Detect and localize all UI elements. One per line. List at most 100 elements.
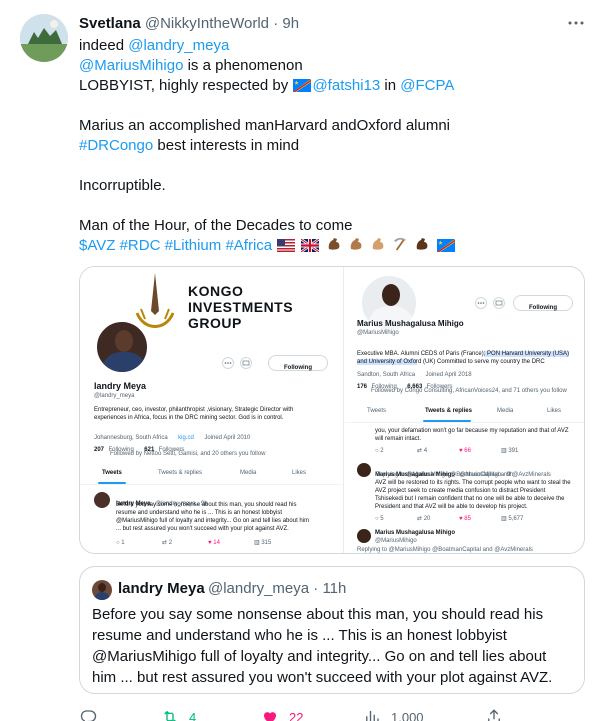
media-image-left[interactable]: KONGO INVESTMENTS GROUP Following landry…: [80, 267, 344, 553]
post-text: ... but rest assured you won't succeed w…: [116, 526, 289, 532]
tweet-text: in: [380, 77, 401, 94]
profile-bio: Entrepreneur, ceo, investor, philanthrop…: [94, 407, 294, 413]
media-image-right[interactable]: Following Marius Mushagalusa Mihigo @Mar…: [345, 267, 584, 553]
drc-flag-icon: [293, 79, 312, 92]
quoted-tweet[interactable]: landry Meya @landry_meya · 11h Before yo…: [79, 566, 585, 694]
company-name-line: KONGO: [188, 283, 244, 299]
like-button[interactable]: 22: [261, 707, 303, 721]
tweet-text: best interests in mind: [153, 137, 300, 154]
tweet-line: Incorruptible.: [79, 176, 594, 196]
author-avatar[interactable]: [20, 14, 68, 62]
views-count: 1,000: [391, 709, 424, 721]
profile-handle: @landry_meya: [94, 393, 135, 399]
hashtag-link[interactable]: $AVZ #RDC #Lithium #Africa: [79, 237, 272, 254]
post-text: AVZ will be restored to its rights. The …: [375, 480, 571, 486]
tweet-line: Man of the Hour, of the Decades to come: [79, 216, 594, 236]
stat-likes: ♥ 14: [208, 540, 220, 546]
uk-flag-icon: [301, 239, 320, 252]
reply-text: will remain intact.: [375, 436, 422, 442]
more-icon[interactable]: [566, 14, 586, 34]
tab-tweets: Tweets: [367, 408, 387, 414]
flexed-biceps-icon: [372, 238, 384, 250]
tweet-line: Marius an accomplished manHarvard andOxf…: [79, 116, 594, 136]
follow-label: Following: [529, 305, 557, 311]
tab-tweets: Tweets: [102, 470, 122, 476]
mail-icon: [240, 357, 252, 369]
tweet-line: @MariusMihigo is a phenomenon: [79, 56, 594, 76]
post-text: Before you say some nonsense about this …: [116, 502, 297, 508]
replying-to: Replying to @MariusMihigo @BoatmanCapita…: [375, 472, 551, 478]
retweet-button[interactable]: 4: [161, 707, 196, 721]
tab-indicator: [98, 482, 126, 484]
profile-name: landry Meya: [94, 381, 147, 391]
reply-text: you, your defamation won't go far becaus…: [375, 428, 569, 434]
company-name-line: INVESTMENTS: [188, 299, 294, 315]
profile-avatar: [94, 319, 150, 375]
action-bar: 4 22 1,000: [79, 707, 585, 721]
tweet-card[interactable]: Svetlana @NikkyIntheWorld · 9h indeed @l…: [0, 0, 607, 721]
mention-link[interactable]: @landry_meya: [128, 37, 229, 54]
post-text: AVZ project seek to create media confusi…: [375, 488, 546, 494]
post-handle: @MariusMihigo: [375, 538, 417, 544]
more-icon: [222, 357, 234, 369]
tweet-media[interactable]: KONGO INVESTMENTS GROUP Following landry…: [79, 266, 585, 554]
tab-replies: Tweets & replies: [158, 470, 203, 476]
flexed-biceps-icon: [417, 238, 428, 250]
tweet-text: indeed: [79, 37, 129, 54]
tab-media: Media: [497, 408, 514, 414]
tweet-line: #DRCongo best interests in mind: [79, 136, 594, 156]
tweet-line: indeed @landry_meya: [79, 36, 594, 56]
profile-tabs: Tweets Tweets & replies Media Likes: [345, 401, 584, 423]
tweet-text: Marius an accomplished manHarvard andOxf…: [79, 117, 451, 134]
us-flag-icon: [277, 239, 296, 252]
following-count: 207: [94, 447, 105, 453]
share-button[interactable]: [485, 707, 513, 721]
tweet-text: Incorruptible.: [79, 177, 166, 194]
tab-indicator: [423, 420, 471, 422]
flexed-biceps-icon: [350, 238, 362, 250]
hashtag-link[interactable]: #DRCongo: [79, 137, 153, 154]
following-count: 176: [357, 384, 368, 390]
tab-likes: Likes: [292, 470, 307, 476]
tweet-time[interactable]: 9h: [282, 15, 299, 32]
author-handle[interactable]: @NikkyIntheWorld: [145, 15, 269, 32]
retweet-icon: [164, 710, 176, 721]
post-avatar: [357, 529, 371, 543]
post-text: resume and understand who he is ... This…: [116, 510, 282, 516]
reply-icon: [80, 710, 97, 721]
followed-by: Followed by Nettoo Setti, Gamisi, and 20…: [110, 451, 266, 457]
author-name[interactable]: Svetlana: [79, 15, 141, 32]
profile-name: Marius Mushagalusa Mihigo: [357, 319, 464, 328]
company-name-line: GROUP: [188, 315, 242, 331]
tweet-body: indeed @landry_meya @MariusMihigo is a p…: [79, 36, 594, 256]
mention-link[interactable]: @FCPA: [400, 77, 454, 94]
stat-views: ▥ 315: [254, 540, 272, 546]
views-button[interactable]: 1,000: [363, 707, 424, 721]
like-icon: [264, 712, 276, 721]
post-text: Tshisekedi but I remain confident that n…: [375, 496, 565, 502]
mail-icon: [493, 297, 505, 309]
quote-text: Before you say some nonsense about this …: [92, 606, 553, 686]
tab-replies: Tweets & replies: [425, 408, 472, 414]
followed-by: Followed by Congo Consulting, AfricanVoi…: [371, 388, 567, 394]
share-icon: [488, 709, 500, 721]
profile-tabs: Tweets Tweets & replies Media Likes: [80, 463, 343, 485]
separator-dot: ·: [313, 580, 319, 597]
profile-joined: Joined April 2010: [204, 435, 251, 441]
drc-flag-icon: [436, 239, 455, 252]
profile-handle: @MariusMihigo: [357, 330, 399, 336]
follow-button[interactable]: Following: [513, 295, 573, 311]
tweet-header: Svetlana @NikkyIntheWorld · 9h: [79, 14, 299, 34]
tweet-text: is a phenomenon: [183, 57, 303, 74]
retweet-count: 4: [189, 709, 197, 721]
follow-button[interactable]: Following: [268, 355, 328, 371]
quote-author-handle: @landry_meya: [208, 580, 310, 597]
more-icon: [475, 297, 487, 309]
reply-button[interactable]: [79, 707, 107, 721]
separator-dot: ·: [273, 15, 279, 32]
mention-link[interactable]: @MariusMihigo: [79, 57, 183, 74]
stat-replies: ○ 1: [116, 540, 125, 546]
mention-link[interactable]: @fatshi13: [312, 77, 380, 94]
tab-media: Media: [240, 470, 257, 476]
profile-bio: experiences in Africa, focus in the DRC …: [94, 415, 284, 421]
